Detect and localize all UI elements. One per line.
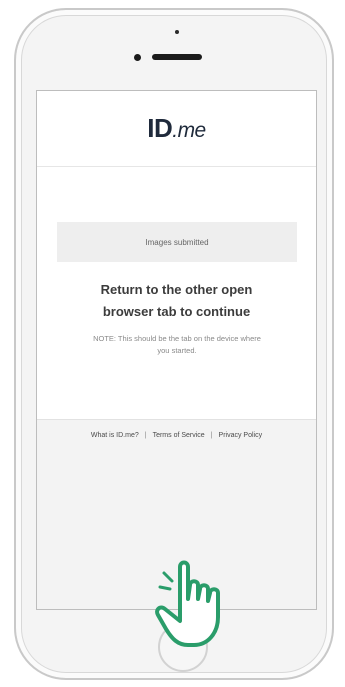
footer-link-terms[interactable]: Terms of Service bbox=[153, 432, 205, 439]
front-camera bbox=[134, 54, 141, 61]
footer-link-privacy[interactable]: Privacy Policy bbox=[219, 432, 263, 439]
page-header: ID.me bbox=[37, 91, 316, 167]
headline-line-2: browser tab to continue bbox=[102, 304, 251, 319]
footer-separator: | bbox=[210, 432, 213, 439]
status-text: Images submitted bbox=[145, 237, 209, 247]
earpiece-speaker bbox=[152, 54, 202, 60]
page-title: Return to the other open browser tab to … bbox=[37, 279, 316, 323]
idme-logo[interactable]: ID.me bbox=[147, 113, 206, 144]
pointing-hand-icon bbox=[155, 560, 220, 647]
main-content: Images submitted Return to the other ope… bbox=[37, 167, 316, 419]
footer-links: What is ID.me? | Terms of Service | Priv… bbox=[37, 432, 316, 439]
headline-line-1: Return to the other open bbox=[100, 282, 253, 297]
phone-screen: ID.me Images submitted Return to the oth… bbox=[36, 90, 317, 610]
note-text: NOTE: This should be the tab on the devi… bbox=[93, 334, 261, 355]
footer-link-what-is-idme[interactable]: What is ID.me? bbox=[91, 432, 139, 439]
footer-separator: | bbox=[144, 432, 147, 439]
sensor-dot bbox=[175, 30, 179, 34]
status-box: Images submitted bbox=[57, 222, 297, 262]
